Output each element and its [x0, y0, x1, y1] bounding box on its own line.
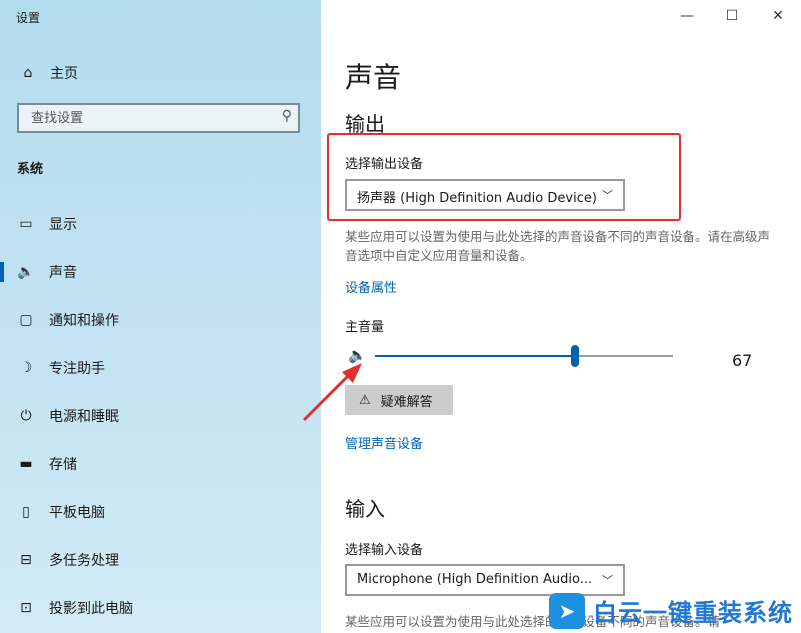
sidebar-item-display[interactable]: ▭ 显示 [0, 200, 321, 248]
moon-icon: ☽ [19, 360, 33, 376]
sidebar: 设置 ⌂ 主页 ⚲ 系统 ▭ 显示 🔈 声音 ▢ 通知和操作 ☽ 专注助手 ⏻ … [0, 0, 321, 633]
sidebar-item-label: 平板电脑 [49, 505, 105, 521]
sidebar-item-label: 显示 [49, 217, 77, 233]
sidebar-item-storage[interactable]: ▬ 存储 [0, 440, 321, 488]
close-button[interactable]: ✕ [768, 8, 788, 24]
volume-slider[interactable] [375, 345, 673, 367]
home-label: 主页 [50, 66, 78, 82]
input-device-value: Microphone (High Definition Audio... [357, 572, 593, 587]
maximize-button[interactable]: ☐ [722, 8, 742, 24]
device-properties-link[interactable]: 设备属性 [345, 277, 397, 296]
sidebar-item-project[interactable]: ⊡ 投影到此电脑 [0, 584, 321, 632]
sidebar-item-label: 多任务处理 [49, 553, 119, 569]
home-link[interactable]: ⌂ 主页 [18, 63, 78, 83]
sidebar-item-label: 投影到此电脑 [49, 601, 133, 617]
sidebar-item-label: 专注助手 [49, 361, 105, 377]
volume-value: 67 [732, 351, 753, 370]
sidebar-item-label: 存储 [49, 457, 77, 473]
volume-slider-thumb[interactable] [570, 345, 579, 367]
volume-slider-fill [375, 355, 575, 357]
sidebar-nav: ▭ 显示 🔈 声音 ▢ 通知和操作 ☽ 专注助手 ⏻ 电源和睡眠 ▬ 存储 ▯ … [0, 200, 321, 632]
power-icon: ⏻ [20, 408, 32, 424]
sidebar-item-label: 电源和睡眠 [49, 409, 119, 425]
watermark-logo: ➤ 白云一键重装系统 [549, 588, 801, 633]
settings-search-box[interactable]: ⚲ [17, 103, 300, 133]
sidebar-item-label: 通知和操作 [49, 313, 119, 329]
manage-sound-devices-link[interactable]: 管理声音设备 [345, 433, 423, 452]
monitor-icon: ▭ [19, 216, 33, 232]
page-title: 声音 [345, 61, 402, 94]
sidebar-item-notifications[interactable]: ▢ 通知和操作 [0, 296, 321, 344]
sidebar-item-label: 声音 [49, 265, 77, 281]
speaker-icon: 🔈 [17, 264, 35, 280]
search-input[interactable] [29, 110, 273, 127]
output-description: 某些应用可以设置为使用与此处选择的声音设备不同的声音设备。请在高级声音选项中自定… [345, 229, 771, 263]
annotation-highlight-box [327, 133, 681, 221]
volume-label: 主音量 [345, 320, 385, 335]
window-title: 设置 [16, 11, 41, 25]
message-icon: ▢ [19, 312, 33, 328]
sidebar-item-power-sleep[interactable]: ⏻ 电源和睡眠 [0, 392, 321, 440]
multitask-icon: ⊟ [20, 552, 32, 568]
section-title: 系统 [17, 162, 44, 177]
home-icon: ⌂ [23, 65, 33, 81]
sidebar-item-tablet[interactable]: ▯ 平板电脑 [0, 488, 321, 536]
minimize-button[interactable]: — [677, 8, 697, 24]
watermark-text: 白云一键重装系统 [593, 599, 793, 627]
bird-logo-icon: ➤ [549, 592, 585, 629]
input-heading: 输入 [345, 497, 385, 521]
storage-icon: ▬ [19, 456, 33, 472]
sidebar-item-sound[interactable]: 🔈 声音 [0, 248, 321, 296]
annotation-arrow [302, 363, 362, 422]
tablet-icon: ▯ [22, 504, 30, 520]
project-icon: ⊡ [20, 600, 32, 616]
search-icon[interactable]: ⚲ [282, 108, 292, 124]
input-device-label: 选择输入设备 [345, 543, 424, 558]
chevron-down-icon: ﹀ [602, 574, 613, 587]
troubleshoot-label: 疑难解答 [380, 394, 433, 410]
sidebar-item-focus-assist[interactable]: ☽ 专注助手 [0, 344, 321, 392]
sidebar-item-multitasking[interactable]: ⊟ 多任务处理 [0, 536, 321, 584]
